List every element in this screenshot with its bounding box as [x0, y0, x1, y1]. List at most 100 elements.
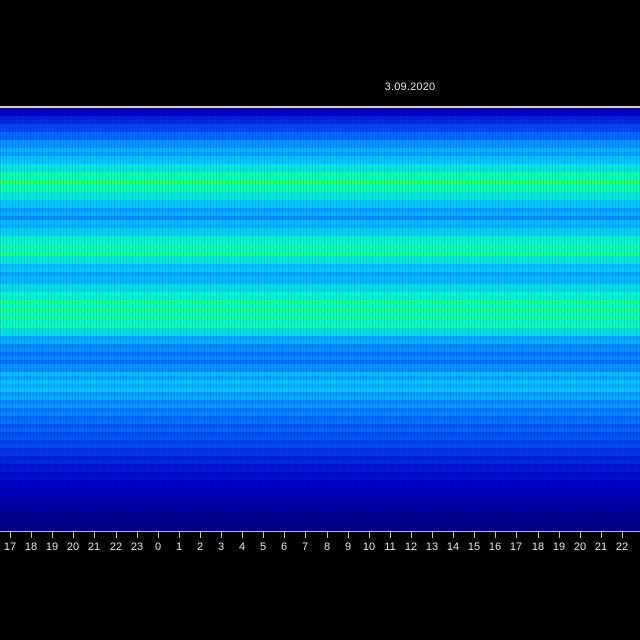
heatmap-column-line	[537, 108, 538, 532]
heatmap-column-line	[465, 108, 466, 532]
heatmap-column-line	[402, 108, 403, 532]
heatmap-column-line	[207, 108, 208, 532]
heatmap-column-line	[621, 108, 622, 532]
x-axis-tick-mark	[559, 532, 560, 538]
heatmap-column-line	[75, 108, 76, 532]
heatmap-column-line	[201, 108, 202, 532]
x-axis-tick-mark	[263, 532, 264, 538]
heatmap-column-line	[603, 108, 604, 532]
heatmap-column-line	[633, 108, 634, 532]
heatmap-column-line	[492, 108, 493, 532]
x-axis-tick-label: 19	[552, 541, 566, 553]
heatmap-column-line	[576, 108, 577, 532]
x-axis-tick-mark	[284, 532, 285, 538]
heatmap-column-line	[27, 108, 28, 532]
heatmap-column-line	[141, 108, 142, 532]
heatmap-column-line	[216, 108, 217, 532]
x-axis-tick-label: 12	[404, 541, 418, 553]
x-axis-tick-mark	[73, 532, 74, 538]
heatmap-column-line	[150, 108, 151, 532]
x-axis-tick-mark	[116, 532, 117, 538]
heatmap-column-line	[453, 108, 454, 532]
heatmap-column-line	[144, 108, 145, 532]
heatmap-column-line	[531, 108, 532, 532]
heatmap-column-line	[498, 108, 499, 532]
heatmap-column-line	[570, 108, 571, 532]
heatmap-column-line	[48, 108, 49, 532]
heatmap-column-line	[162, 108, 163, 532]
x-axis-tick-mark	[31, 532, 32, 538]
heatmap-column-line	[333, 108, 334, 532]
heatmap-column-line	[432, 108, 433, 532]
heatmap-column-line	[81, 108, 82, 532]
heatmap-column-line	[471, 108, 472, 532]
heatmap-column-line	[117, 108, 118, 532]
heatmap-column-line	[558, 108, 559, 532]
heatmap-column-line	[177, 108, 178, 532]
heatmap-column-line	[609, 108, 610, 532]
heatmap-column-line	[354, 108, 355, 532]
x-axis-tick-mark	[94, 532, 95, 538]
heatmap-column-line	[252, 108, 253, 532]
heatmap-column-line	[63, 108, 64, 532]
heatmap-column-line	[231, 108, 232, 532]
heatmap-column-line	[546, 108, 547, 532]
heatmap-column-line	[300, 108, 301, 532]
heatmap-column-line	[486, 108, 487, 532]
heatmap-column-line	[507, 108, 508, 532]
heatmap-column-line	[372, 108, 373, 532]
heatmap-column-line	[519, 108, 520, 532]
heatmap-column-line	[114, 108, 115, 532]
heatmap-column-line	[318, 108, 319, 532]
heatmap-column-line	[15, 108, 16, 532]
x-axis-tick-mark	[453, 532, 454, 538]
heatmap-column-line	[267, 108, 268, 532]
heatmap-column-line	[102, 108, 103, 532]
x-axis-tick-labels: 17 18 19 20 21 22 23 0 1 2 3 4 5 6 7 8 9 10 11 12 13 14 15 16 17…	[0, 541, 640, 557]
heatmap-column-line	[441, 108, 442, 532]
heatmap-column-line	[120, 108, 121, 532]
heatmap-column-line	[360, 108, 361, 532]
heatmap-column-line	[618, 108, 619, 532]
x-axis-tick-mark	[516, 532, 517, 538]
heatmap-column-line	[597, 108, 598, 532]
heatmap-column-line	[555, 108, 556, 532]
x-axis-tick-label: 14	[446, 541, 460, 553]
heatmap-column-line	[399, 108, 400, 532]
heatmap-column-line	[99, 108, 100, 532]
x-axis-tick-label: 18	[531, 541, 545, 553]
x-axis-tick-mark	[348, 532, 349, 538]
x-axis-tick-label: 5	[259, 541, 267, 553]
heatmap-column-line	[396, 108, 397, 532]
x-axis-tick-mark	[432, 532, 433, 538]
x-axis-tick-mark	[390, 532, 391, 538]
heatmap-column-line	[624, 108, 625, 532]
heatmap-column-line	[378, 108, 379, 532]
heatmap-column-line	[138, 108, 139, 532]
heatmap-column-line	[306, 108, 307, 532]
heatmap-column-line	[594, 108, 595, 532]
x-axis-tick-label: 10	[362, 541, 376, 553]
heatmap-column-line	[549, 108, 550, 532]
x-axis-tick-mark	[411, 532, 412, 538]
heatmap-column-line	[237, 108, 238, 532]
heatmap-column-line	[309, 108, 310, 532]
heatmap-column-line	[240, 108, 241, 532]
heatmap-column-line	[600, 108, 601, 532]
x-axis-tick-label: 16	[488, 541, 502, 553]
x-axis-tick-mark	[158, 532, 159, 538]
x-axis-tick-mark	[601, 532, 602, 538]
heatmap-column-line	[183, 108, 184, 532]
heatmap-column-line	[447, 108, 448, 532]
heatmap-area	[0, 108, 640, 532]
heatmap-column-line	[459, 108, 460, 532]
x-axis-tick-label: 2	[196, 541, 204, 553]
x-axis-tick-label: 19	[45, 541, 59, 553]
heatmap-column-line	[171, 108, 172, 532]
heatmap-column-line	[387, 108, 388, 532]
heatmap-column-line	[51, 108, 52, 532]
x-axis-tick-mark	[242, 532, 243, 538]
heatmap-column-line	[264, 108, 265, 532]
heatmap-column-line	[351, 108, 352, 532]
heatmap-column-line	[552, 108, 553, 532]
